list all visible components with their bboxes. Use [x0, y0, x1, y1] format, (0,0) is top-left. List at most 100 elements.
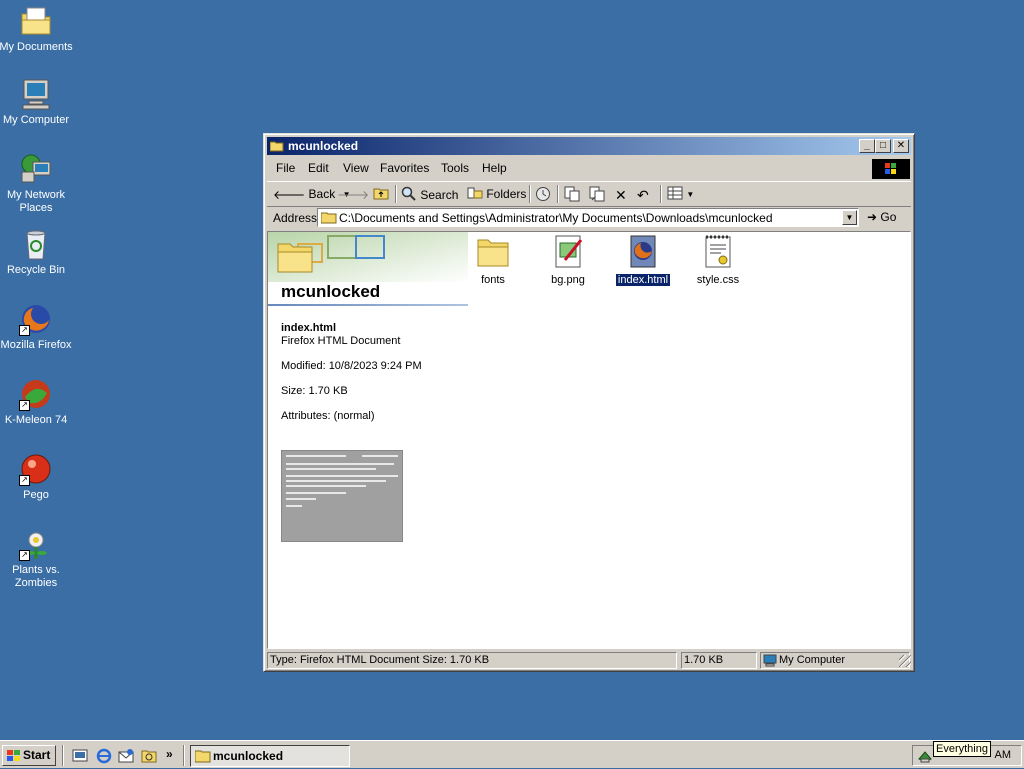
quick-launch-chevron-icon[interactable]: »: [166, 747, 173, 761]
toolbar: 🡐 Back ▼ 🡒 ▼ Search Folders: [267, 181, 911, 207]
desktop-icon-label: K-Meleon 74: [4, 414, 68, 426]
desktop-icon-label: Recycle Bin: [6, 264, 66, 276]
desktop-icon-label: My Documents: [0, 41, 73, 53]
windows-logo-icon: [872, 159, 910, 179]
file-item-bg-png[interactable]: bg.png: [533, 234, 603, 286]
address-label: Address: [273, 211, 318, 225]
show-desktop-icon[interactable]: [72, 748, 88, 764]
toolbar-separator: [529, 185, 531, 203]
chevron-down-icon: ▼: [686, 190, 695, 199]
computer-icon: [19, 77, 53, 111]
internet-explorer-icon[interactable]: [96, 748, 112, 764]
taskbar-separator: [62, 745, 64, 766]
minimize-button[interactable]: _: [859, 139, 875, 153]
selected-file-name: index.html: [281, 322, 337, 334]
address-dropdown-button[interactable]: ▼: [842, 210, 857, 225]
k-meleon-icon: ↗: [19, 377, 53, 411]
status-size: 1.70 KB: [681, 652, 757, 669]
selected-file-attributes: Attributes: (normal): [281, 410, 375, 422]
menu-bar: File Edit View Favorites Tools Help: [267, 158, 911, 179]
resize-grip-icon[interactable]: [899, 655, 911, 667]
folder-view[interactable]: mcunlocked index.html Firefox HTML Docum…: [267, 231, 911, 649]
desktop-icon-plants-vs-zombies[interactable]: ↗ Plants vs. Zombies: [0, 527, 74, 590]
up-folder-button[interactable]: [373, 186, 389, 202]
folder-icon: [19, 4, 53, 38]
back-arrow-icon: 🡐: [273, 187, 306, 202]
windows-explorer-icon[interactable]: [141, 748, 157, 764]
desktop-icon-my-network-places[interactable]: My Network Places: [0, 152, 74, 215]
selected-file-modified: Modified: 10/8/2023 9:24 PM: [281, 360, 422, 372]
file-item-style-css[interactable]: style.css: [683, 234, 753, 286]
maximize-button[interactable]: □: [875, 139, 891, 153]
undo-button[interactable]: ↶: [637, 186, 649, 203]
go-button[interactable]: ➜ Go: [867, 210, 896, 224]
desktop-icon-label: My Network Places: [6, 189, 66, 214]
toolbar-separator: [395, 185, 397, 203]
desktop-icon-mozilla-firefox[interactable]: ↗ Mozilla Firefox: [0, 302, 74, 352]
go-arrow-icon: ➜: [867, 210, 878, 224]
status-zone: My Computer: [760, 652, 910, 669]
file-label: bg.png: [551, 274, 585, 286]
menu-view[interactable]: View: [343, 161, 369, 175]
close-button[interactable]: ✕: [893, 139, 909, 153]
menu-tools[interactable]: Tools: [441, 161, 469, 175]
menu-edit[interactable]: Edit: [308, 161, 329, 175]
title-bar[interactable]: mcunlocked _ □ ✕: [267, 137, 911, 155]
delete-icon: ✕: [615, 186, 627, 203]
desktop-icon-label: Pego: [23, 489, 49, 501]
file-preview-thumbnail: [281, 450, 403, 542]
history-button[interactable]: [535, 186, 551, 202]
taskbar-separator: [183, 745, 185, 766]
window-title: mcunlocked: [288, 139, 359, 153]
tray-clock[interactable]: AM: [995, 749, 1012, 761]
copy-to-icon: [589, 186, 605, 206]
search-button[interactable]: Search: [401, 186, 458, 202]
toolbar-separator: [660, 185, 662, 203]
file-item-fonts[interactable]: fonts: [458, 234, 528, 286]
desktop-icon-recycle-bin[interactable]: Recycle Bin: [0, 227, 74, 277]
desktop-icon-k-meleon[interactable]: ↗ K-Meleon 74: [0, 377, 74, 427]
file-label: index.html: [614, 273, 672, 287]
divider: [268, 304, 468, 306]
plants-vs-zombies-icon: ↗: [19, 527, 53, 561]
folder-icon: [269, 139, 284, 152]
image-file-icon: [551, 234, 585, 270]
delete-button[interactable]: ✕: [615, 186, 627, 203]
taskbar-button-mcunlocked[interactable]: mcunlocked: [190, 745, 350, 767]
desktop-icon-my-computer[interactable]: My Computer: [0, 77, 74, 127]
folders-button[interactable]: Folders: [467, 186, 526, 202]
taskbar: Start » mcunlocked AM: [0, 740, 1024, 768]
menu-help[interactable]: Help: [482, 161, 507, 175]
file-label: style.css: [696, 274, 740, 286]
address-input[interactable]: C:\Documents and Settings\Administrator\…: [317, 208, 859, 227]
folders-icon: [467, 186, 483, 204]
views-button[interactable]: ▼: [667, 186, 694, 202]
network-icon: [19, 152, 53, 186]
shortcut-arrow-icon: ↗: [19, 550, 30, 561]
recycle-bin-icon: [19, 227, 53, 261]
folder-banner: mcunlocked: [268, 232, 468, 304]
forward-arrow-icon: 🡒: [337, 187, 370, 202]
tray-app-icon[interactable]: [917, 748, 933, 767]
address-bar: Address C:\Documents and Settings\Admini…: [267, 207, 911, 229]
selected-file-type: Firefox HTML Document: [281, 335, 401, 347]
status-bar: Type: Firefox HTML Document Size: 1.70 K…: [267, 652, 911, 670]
desktop-icon-label: My Computer: [2, 114, 70, 126]
start-button[interactable]: Start: [2, 745, 56, 766]
outlook-express-icon[interactable]: [118, 748, 134, 764]
menu-favorites[interactable]: Favorites: [380, 161, 429, 175]
shortcut-arrow-icon: ↗: [19, 400, 30, 411]
desktop-icon-my-documents[interactable]: My Documents: [0, 4, 74, 54]
file-label: fonts: [481, 274, 505, 286]
undo-icon: ↶: [637, 186, 649, 203]
file-item-index-html[interactable]: index.html: [608, 234, 678, 287]
windows-logo-icon: [7, 749, 20, 761]
firefox-icon: ↗: [19, 302, 53, 336]
move-to-button[interactable]: [564, 186, 580, 202]
copy-to-button[interactable]: [589, 186, 605, 202]
search-icon: [401, 186, 417, 206]
status-type-text: Type: Firefox HTML Document Size: 1.70 K…: [267, 652, 677, 669]
menu-file[interactable]: File: [276, 161, 295, 175]
up-folder-icon: [373, 186, 389, 204]
desktop-icon-pego[interactable]: ↗ Pego: [0, 452, 74, 502]
